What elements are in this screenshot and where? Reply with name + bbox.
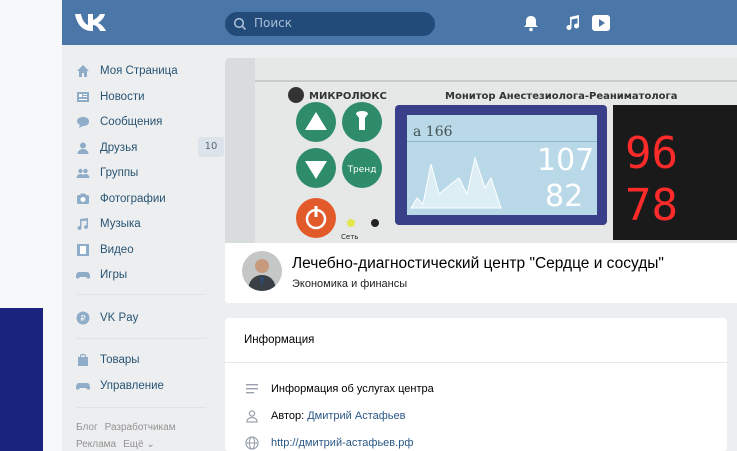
- footer-link-developers[interactable]: Разработчикам: [105, 422, 176, 433]
- film-icon: [77, 244, 89, 256]
- sidebar-item-label: VK Pay: [100, 312, 139, 324]
- gamepad-icon: [76, 272, 90, 279]
- sidebar-footer-links: Блог Разработчикам: [76, 422, 183, 433]
- sidebar-item-video[interactable]: Видео: [76, 239, 216, 261]
- globe-icon: [245, 436, 259, 450]
- sidebar-item-label: Управление: [100, 380, 164, 392]
- info-website-link[interactable]: http://дмитрий-астафьев.рф: [271, 437, 413, 449]
- svg-text:₽: ₽: [80, 314, 85, 323]
- footer-link-more[interactable]: Ещё ⌄: [123, 439, 155, 450]
- search-icon: [233, 17, 247, 31]
- blue-block: [0, 308, 43, 451]
- sidebar-item-photos[interactable]: Фотографии: [76, 188, 216, 210]
- news-icon: [77, 92, 89, 102]
- cover-image: МИКРОЛЮКС Монитор Анестезиолога-Реанимат…: [225, 58, 737, 243]
- cover-value-top: 107: [537, 143, 594, 178]
- sidebar-item-vk-pay[interactable]: ₽ VK Pay: [76, 307, 216, 329]
- sidebar-item-groups[interactable]: Группы: [76, 162, 216, 184]
- sidebar-item-friends[interactable]: Друзья 10: [76, 137, 224, 159]
- sidebar-item-news[interactable]: Новости: [76, 86, 216, 108]
- cover-led-top: 96: [625, 128, 678, 179]
- info-row-description: Информация об услугах центра: [245, 382, 434, 396]
- sidebar-item-label: Товары: [100, 354, 140, 366]
- notifications-bell-icon[interactable]: [522, 14, 540, 32]
- info-divider: [225, 362, 727, 363]
- search-placeholder: Поиск: [254, 16, 293, 30]
- home-icon: [77, 65, 89, 77]
- info-row-author: Автор: Дмитрий Астафьев: [245, 409, 406, 423]
- group-avatar[interactable]: [242, 251, 282, 291]
- sidebar-item-messages[interactable]: Сообщения: [76, 111, 216, 133]
- cover-device-title: Монитор Анестезиолога-Реаниматолога: [445, 91, 678, 102]
- vk-logo-icon[interactable]: [74, 11, 110, 33]
- sidebar-item-my-page[interactable]: Моя Страница: [76, 60, 216, 82]
- gamepad-icon: [76, 383, 90, 390]
- sidebar-item-label: Сообщения: [100, 116, 163, 128]
- cover-btn-trend: Тренд: [347, 165, 377, 175]
- sidebar-divider: [76, 338, 206, 339]
- message-bubble-icon: [77, 117, 89, 128]
- shopping-bag-icon: [78, 353, 88, 366]
- top-header: Поиск: [62, 0, 737, 45]
- sidebar-footer-links: Реклама Ещё ⌄: [76, 439, 162, 450]
- friends-count-badge: 10: [198, 137, 224, 157]
- info-title: Информация: [244, 334, 315, 346]
- sidebar-item-label: Группы: [100, 167, 139, 179]
- camera-icon: [77, 193, 89, 204]
- group-header: Лечебно-диагностический центр "Сердце и …: [225, 243, 737, 303]
- left-sidebar: Моя Страница Новости Сообщения Друзья 10…: [62, 45, 224, 451]
- group-people-icon: [76, 168, 90, 178]
- sidebar-item-label: Моя Страница: [100, 65, 178, 77]
- cover-led-bottom: 78: [625, 180, 678, 231]
- sidebar-item-games[interactable]: Игры: [76, 264, 216, 286]
- sidebar-item-label: Музыка: [100, 218, 141, 230]
- footer-link-ads[interactable]: Реклама: [76, 439, 116, 450]
- sidebar-item-label: Новости: [100, 91, 145, 103]
- music-note-icon: [77, 218, 89, 231]
- group-cover-card: МИКРОЛЮКС Монитор Анестезиолога-Реанимат…: [225, 58, 737, 303]
- cover-value-bottom: 82: [545, 179, 583, 214]
- sidebar-item-music[interactable]: Музыка: [76, 213, 216, 235]
- cover-brand-text: МИКРОЛЮКС: [309, 91, 387, 102]
- person-icon: [77, 142, 89, 154]
- vk-pay-icon: ₽: [76, 311, 90, 325]
- search-input[interactable]: Поиск: [225, 12, 435, 36]
- sidebar-item-label: Друзья: [100, 142, 138, 154]
- info-row-website: http://дмитрий-астафьев.рф: [245, 436, 413, 450]
- cover-screen-label: a 166: [413, 124, 453, 140]
- cover-label-net: Сеть: [341, 233, 358, 241]
- text-lines-icon: [246, 384, 258, 394]
- info-description: Информация об услугах центра: [271, 383, 434, 395]
- sidebar-divider: [76, 407, 206, 408]
- music-note-icon[interactable]: [565, 14, 581, 32]
- sidebar-item-label: Фотографии: [100, 193, 166, 205]
- group-title: Лечебно-диагностический центр "Сердце и …: [292, 255, 664, 272]
- footer-link-blog[interactable]: Блог: [76, 422, 98, 433]
- player-play-icon[interactable]: [592, 14, 610, 32]
- sidebar-item-management[interactable]: Управление: [76, 375, 216, 397]
- sidebar-item-label: Игры: [100, 269, 128, 281]
- info-card: Информация Информация об услугах центра …: [225, 318, 727, 451]
- sidebar-item-label: Видео: [100, 244, 134, 256]
- info-author-link[interactable]: Дмитрий Астафьев: [307, 410, 405, 422]
- sidebar-divider: [76, 294, 206, 295]
- person-outline-icon: [246, 410, 258, 423]
- sidebar-item-goods[interactable]: Товары: [76, 349, 216, 371]
- info-author-label: Автор:: [271, 410, 305, 422]
- group-category: Экономика и финансы: [292, 278, 408, 290]
